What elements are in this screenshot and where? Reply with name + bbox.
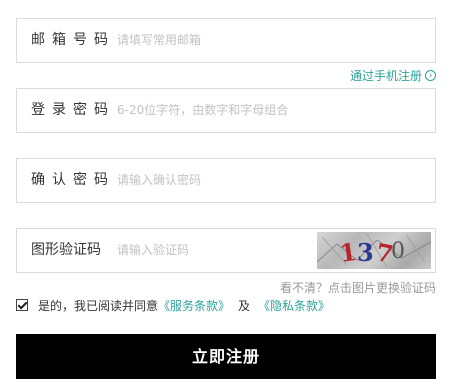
captcha-char-3: 3 [357, 238, 374, 267]
captcha-char-1: 1 [338, 237, 359, 268]
refresh-captcha-hint[interactable]: 看不清？点击图片更换验证码 [280, 279, 436, 296]
agreement-and-text: 及 [238, 298, 251, 313]
agreement-row: 是的，我已阅读并同意 《服务条款》 及 《隐私条款》 [16, 296, 330, 314]
privacy-terms-link[interactable]: 《隐私条款》 [258, 297, 330, 314]
password-field[interactable]: 登录密码 6-20位字符，由数字和字母组合 [16, 88, 436, 133]
password-input[interactable]: 6-20位字符，由数字和字母组合 [117, 89, 288, 132]
email-field[interactable]: 邮箱号码 请填写常用邮箱 [16, 18, 436, 63]
agreement-text: 是的，我已阅读并同意 [38, 298, 159, 313]
email-input[interactable]: 请填写常用邮箱 [117, 19, 201, 62]
switch-to-phone-label: 通过手机注册 [349, 69, 422, 83]
chevron-right-circle-icon: › [425, 70, 436, 81]
captcha-label: 图形验证码 [31, 242, 101, 258]
service-terms-link[interactable]: 《服务条款》 [158, 297, 230, 314]
captcha-char-0: 0 [391, 239, 405, 264]
confirm-password-input[interactable]: 请输入确认密码 [117, 159, 201, 202]
captcha-input[interactable]: 请输入验证码 [117, 229, 189, 272]
password-label: 登录密码 [31, 102, 115, 118]
captcha-image[interactable]: 1 3 7 0 [317, 232, 431, 269]
switch-to-phone-link[interactable]: 通过手机注册 › [350, 67, 436, 84]
agree-checkbox[interactable] [16, 299, 28, 311]
register-button[interactable]: 立即注册 [16, 334, 436, 379]
confirm-password-field[interactable]: 确认密码 请输入确认密码 [16, 158, 436, 203]
email-label: 邮箱号码 [31, 32, 115, 48]
captcha-field[interactable]: 图形验证码 请输入验证码 1 3 7 0 [16, 228, 436, 273]
confirm-password-label: 确认密码 [31, 172, 115, 188]
